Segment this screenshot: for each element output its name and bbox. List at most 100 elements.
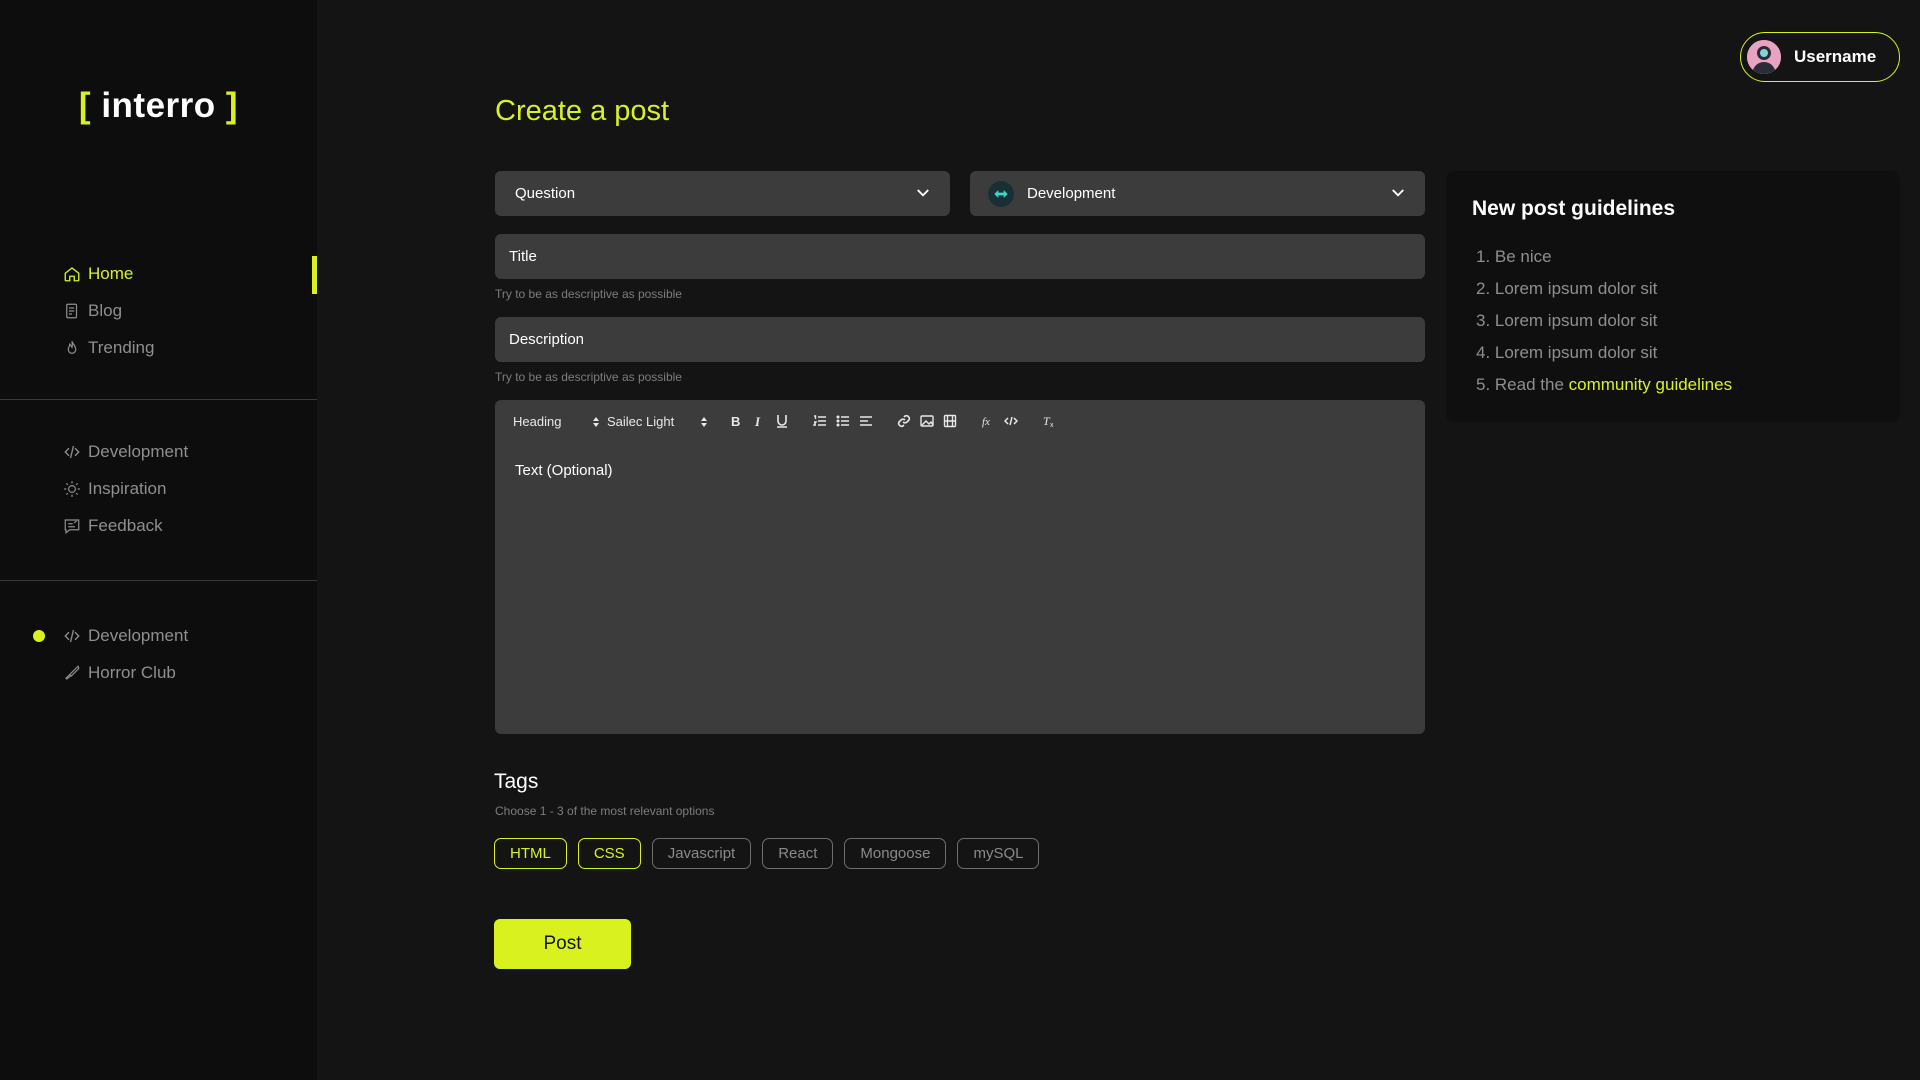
- username: Username: [1794, 47, 1877, 66]
- tags-hint: Choose 1 - 3 of the most relevant option…: [495, 804, 715, 818]
- logo[interactable]: [ interro ]: [0, 86, 317, 126]
- knife-icon: [63, 664, 81, 682]
- chevron-down-icon: [1392, 189, 1404, 197]
- tags-title: Tags: [494, 770, 539, 793]
- sidebar-item-label: Trending: [88, 337, 155, 357]
- svg-text:I: I: [754, 414, 761, 428]
- sidebar-item-label: Blog: [88, 300, 123, 320]
- image-icon[interactable]: [920, 414, 934, 428]
- logo-text: interro: [101, 86, 216, 125]
- guideline-item: 4. Lorem ipsum dolor sit: [1476, 343, 1658, 362]
- formula-icon[interactable]: fx: [981, 414, 995, 428]
- tag-list: HTML CSS Javascript React Mongoose mySQL: [494, 838, 1040, 869]
- sun-icon: [63, 480, 81, 498]
- guideline-item: 5. Read the community guidelines: [1476, 369, 1732, 401]
- main-nav: Home Blog Trending: [0, 255, 317, 366]
- sidebar-item-label: Home: [88, 263, 134, 283]
- tag-label: Mongoose: [860, 845, 931, 862]
- sidebar-item-label: Development: [88, 625, 189, 645]
- align-icon[interactable]: [859, 414, 873, 428]
- sidebar-item-label: Feedback: [88, 515, 163, 535]
- ordered-list-icon[interactable]: [813, 414, 827, 428]
- unread-dot: [33, 630, 45, 642]
- community-guidelines-link[interactable]: community guidelines: [1569, 375, 1732, 394]
- video-icon[interactable]: [943, 414, 957, 428]
- underline-icon[interactable]: [775, 414, 789, 428]
- title-input[interactable]: Title: [495, 234, 1425, 279]
- svg-text:fx: fx: [982, 416, 990, 428]
- sidebar-item-community-development[interactable]: Development: [0, 617, 317, 654]
- tag-label: CSS: [593, 845, 625, 862]
- updown-icon: [701, 416, 708, 427]
- title-placeholder: Title: [509, 248, 537, 265]
- logo-bracket-close: ]: [225, 86, 239, 125]
- editor-placeholder: Text (Optional): [515, 462, 613, 479]
- flame-icon: [63, 339, 81, 357]
- avatar-icon: [1747, 40, 1781, 74]
- bold-icon[interactable]: B: [729, 414, 743, 428]
- tag-label: Javascript: [667, 845, 736, 862]
- sidebar-item-label: Development: [88, 441, 189, 461]
- page-title: Create a post: [495, 95, 670, 127]
- text-editor[interactable]: Heading Sailec Light B I fx Tx Text (Opt…: [495, 400, 1425, 734]
- code-icon[interactable]: [1004, 414, 1018, 428]
- tag-label: React: [778, 845, 818, 862]
- category-nav: Development Inspiration Feedback: [0, 433, 317, 544]
- sidebar-item-trending[interactable]: Trending: [0, 329, 317, 366]
- tag-label: HTML: [510, 845, 551, 862]
- blog-icon: [63, 302, 81, 320]
- svg-text:B: B: [731, 414, 740, 428]
- active-indicator: [312, 256, 317, 294]
- community-select[interactable]: Development: [970, 171, 1425, 216]
- tag-mongoose[interactable]: Mongoose: [844, 838, 947, 869]
- heading-select[interactable]: Heading: [513, 414, 601, 429]
- user-menu-button[interactable]: Username: [1740, 32, 1900, 82]
- community-value: Development: [1027, 185, 1116, 202]
- tag-html[interactable]: HTML: [494, 838, 567, 869]
- description-input[interactable]: Description: [495, 317, 1425, 362]
- sidebar-divider: [0, 399, 317, 400]
- tag-react[interactable]: React: [762, 838, 834, 869]
- guideline-item-text: 5. Read the: [1476, 375, 1569, 394]
- sidebar-item-label: Horror Club: [88, 662, 176, 682]
- tag-css[interactable]: CSS: [577, 838, 641, 869]
- font-select[interactable]: Sailec Light: [607, 414, 709, 429]
- guidelines-list: 1. Be nice 2. Lorem ipsum dolor sit 3. L…: [1476, 241, 1732, 401]
- feedback-icon: [63, 517, 81, 535]
- post-type-value: Question: [515, 185, 576, 202]
- description-placeholder: Description: [509, 331, 585, 348]
- guideline-item: 2. Lorem ipsum dolor sit: [1476, 279, 1658, 298]
- tag-mysql[interactable]: mySQL: [957, 838, 1040, 869]
- sidebar-item-inspiration[interactable]: Inspiration: [0, 470, 317, 507]
- sidebar-item-label: Inspiration: [88, 478, 167, 498]
- post-type-select[interactable]: Question: [495, 171, 950, 216]
- sidebar-item-development[interactable]: Development: [0, 433, 317, 470]
- logo-bracket-open: [: [78, 86, 92, 125]
- guideline-item: 3. Lorem ipsum dolor sit: [1476, 311, 1658, 330]
- link-icon[interactable]: [897, 414, 911, 428]
- tag-label: mySQL: [973, 845, 1024, 862]
- guideline-item: 1. Be nice: [1476, 247, 1552, 266]
- development-community-icon: [988, 180, 1014, 207]
- code-icon: [63, 627, 81, 645]
- sidebar-item-blog[interactable]: Blog: [0, 292, 317, 329]
- editor-toolbar: Heading Sailec Light B I fx Tx: [495, 400, 1425, 444]
- bullet-list-icon[interactable]: [836, 414, 850, 428]
- tag-javascript[interactable]: Javascript: [651, 838, 752, 869]
- sidebar-item-feedback[interactable]: Feedback: [0, 507, 317, 544]
- home-icon: [63, 265, 81, 283]
- code-icon: [63, 443, 81, 461]
- community-nav: Development Horror Club: [0, 617, 317, 691]
- guidelines-panel: New post guidelines 1. Be nice 2. Lorem …: [1446, 171, 1900, 422]
- sidebar-item-horror-club[interactable]: Horror Club: [0, 654, 317, 691]
- svg-text:x: x: [1050, 422, 1054, 428]
- clear-format-icon[interactable]: Tx: [1042, 414, 1056, 428]
- title-hint: Try to be as descriptive as possible: [495, 287, 682, 301]
- sidebar-item-home[interactable]: Home: [0, 255, 317, 294]
- italic-icon[interactable]: I: [752, 414, 766, 428]
- updown-icon: [593, 416, 600, 427]
- heading-value: Heading: [513, 414, 562, 429]
- post-button[interactable]: Post: [494, 919, 631, 969]
- font-value: Sailec Light: [607, 414, 675, 429]
- sidebar: [ interro ] Home Blog Trending Developme…: [0, 0, 317, 1080]
